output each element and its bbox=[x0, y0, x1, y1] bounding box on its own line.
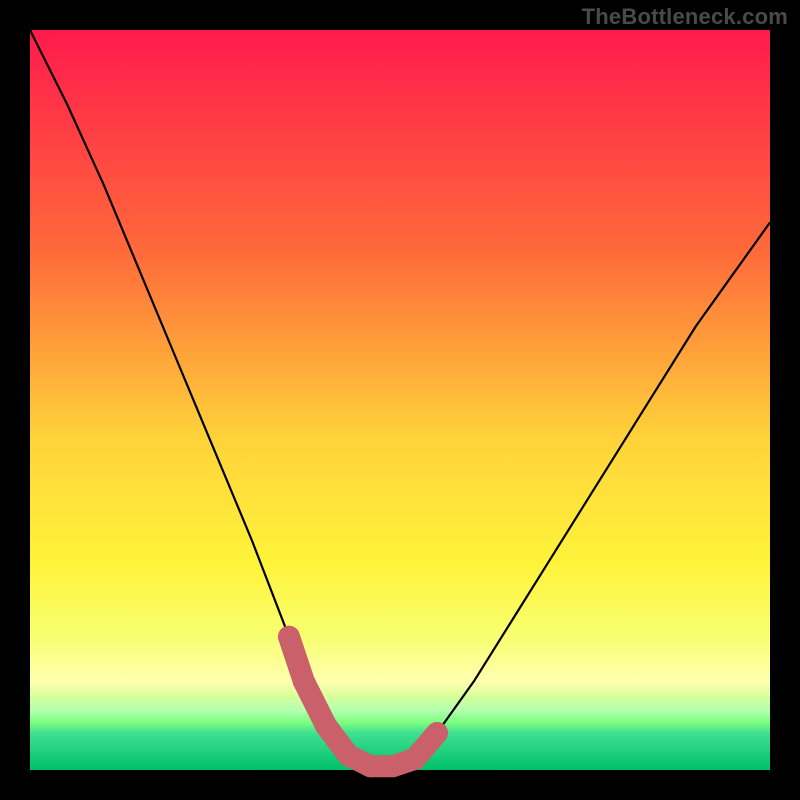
trough-band bbox=[289, 637, 437, 767]
trough-marker-dot bbox=[337, 744, 359, 766]
watermark-text: TheBottleneck.com bbox=[582, 4, 788, 30]
trough-marker-dot bbox=[426, 722, 448, 744]
trough-marker-dot bbox=[404, 748, 426, 770]
trough-marker-dot bbox=[382, 755, 404, 777]
outer-frame: TheBottleneck.com bbox=[0, 0, 800, 800]
trough-marker-dot bbox=[278, 626, 300, 648]
trough-marker-dot bbox=[293, 670, 315, 692]
trough-markers bbox=[278, 626, 448, 778]
trough-marker-dot bbox=[359, 755, 381, 777]
plot-area bbox=[30, 30, 770, 770]
bottleneck-curve bbox=[30, 30, 770, 766]
chart-svg bbox=[30, 30, 770, 770]
trough-marker-dot bbox=[315, 715, 337, 737]
